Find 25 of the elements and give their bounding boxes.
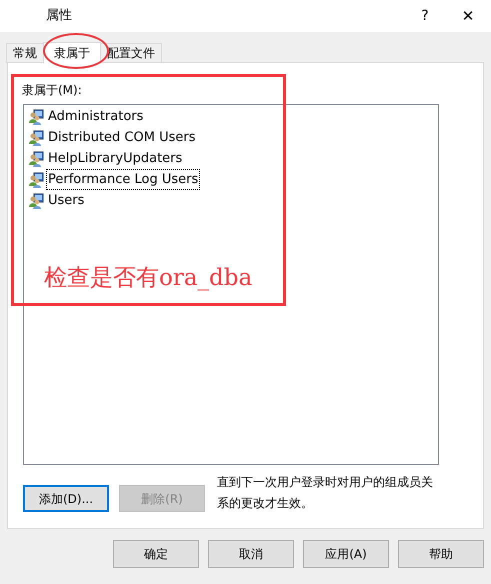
- help-button[interactable]: ?: [405, 0, 445, 32]
- note-text: 直到下一次用户登录时对用户的组成员关系的更改才生效。: [217, 474, 434, 512]
- annotation-text: 检查是否有ora_dba: [44, 264, 252, 293]
- group-icon: [28, 192, 44, 208]
- tab[interactable]: 配置文件: [100, 43, 162, 63]
- group-item[interactable]: Distributed COM Users: [46, 126, 198, 148]
- group-item[interactable]: HelpLibraryUpdaters: [46, 148, 184, 170]
- dialog-button[interactable]: 确定: [113, 540, 199, 568]
- group-item[interactable]: Administrators: [46, 106, 146, 128]
- group-icon: [28, 130, 44, 146]
- dialog-button[interactable]: 应用(A): [303, 540, 389, 568]
- group-icon: [28, 150, 44, 166]
- annotation-circle: [43, 33, 109, 69]
- action-button[interactable]: 添加(D)...: [23, 485, 109, 512]
- group-icon: [28, 172, 44, 188]
- close-button[interactable]: ✕: [445, 0, 491, 32]
- group-icon: [28, 108, 44, 124]
- group-item[interactable]: Performance Log Users: [46, 168, 200, 190]
- tab[interactable]: 常规: [6, 43, 44, 63]
- tab[interactable]: 隶属于: [43, 42, 101, 64]
- dialog-button[interactable]: 帮助: [398, 540, 484, 568]
- window-title: 属性: [46, 7, 72, 26]
- dialog-button[interactable]: 取消: [208, 540, 294, 568]
- group-item[interactable]: Users: [46, 190, 86, 212]
- list-label: 隶属于(M):: [22, 82, 82, 99]
